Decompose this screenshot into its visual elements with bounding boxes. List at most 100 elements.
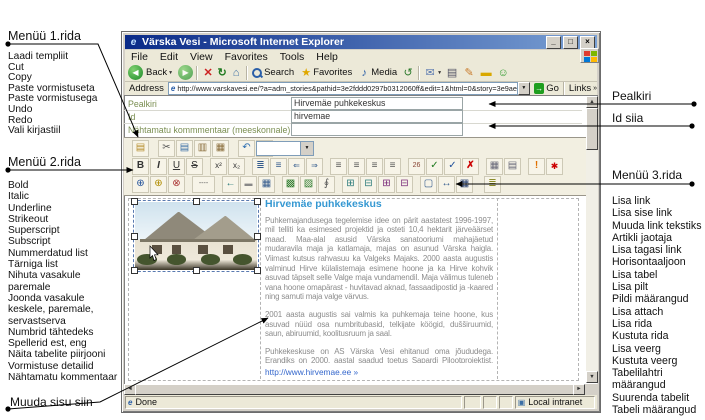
form-input-pealkiri[interactable]: Hirvemäe puhkekeskus xyxy=(291,97,463,110)
align-justify-icon[interactable]: ≡ xyxy=(384,158,401,175)
subscript-icon[interactable]: x₂ xyxy=(228,158,245,175)
insert-attachment-icon[interactable]: ∮ xyxy=(318,176,335,193)
format-warning-icon[interactable]: ! xyxy=(528,158,545,175)
horizontal-scrollbar[interactable]: ◄ ► xyxy=(124,384,585,395)
media-icon[interactable]: ♪ xyxy=(357,67,371,79)
address-dropdown-icon[interactable]: ▼ xyxy=(518,82,530,95)
bullet-list-icon[interactable]: ≡ xyxy=(270,158,287,175)
speller-est-icon[interactable]: ✓ xyxy=(426,158,443,175)
menu-item[interactable]: Tools xyxy=(274,51,311,63)
selection-handle[interactable] xyxy=(131,267,138,274)
menu-item[interactable]: Favorites xyxy=(219,51,274,63)
close-button[interactable]: × xyxy=(580,36,595,49)
cut-icon[interactable]: ✂ xyxy=(158,140,175,157)
article-divider-icon[interactable]: ---- xyxy=(192,176,215,193)
vertical-scroll-thumb[interactable] xyxy=(586,108,598,150)
resize-table-icon[interactable]: ↔ xyxy=(438,176,455,193)
delete-row-icon[interactable]: ⊟ xyxy=(360,176,377,193)
cell-settings-icon[interactable]: ▢ xyxy=(420,176,437,193)
load-template-icon[interactable]: ▤ xyxy=(132,140,149,157)
insert-back-link-icon[interactable]: ← xyxy=(222,176,239,193)
strikeout-icon[interactable]: S xyxy=(186,158,203,175)
align-left-icon[interactable]: ≡ xyxy=(330,158,347,175)
mail-caret-icon[interactable]: ▼ xyxy=(437,70,442,76)
scroll-right-icon[interactable]: ► xyxy=(573,384,585,395)
form-input-comment[interactable] xyxy=(291,123,463,136)
scroll-down-icon[interactable]: ▼ xyxy=(586,371,598,383)
search-label[interactable]: Search xyxy=(264,67,294,78)
selection-handle[interactable] xyxy=(193,198,200,205)
copy-icon[interactable]: ▤ xyxy=(176,140,193,157)
link-to-text-icon[interactable]: ⊗ xyxy=(168,176,185,193)
back-icon[interactable]: ◀ xyxy=(128,65,143,80)
selection-handle[interactable] xyxy=(254,233,261,240)
vertical-scrollbar[interactable]: ▲ ▼ xyxy=(586,96,598,383)
align-right-icon[interactable]: ≡ xyxy=(366,158,383,175)
back-label[interactable]: Back xyxy=(146,67,167,78)
favorites-label[interactable]: Favorites xyxy=(313,67,352,78)
list-icon[interactable]: ≣ xyxy=(484,176,501,193)
go-arrow-icon[interactable]: → xyxy=(534,83,544,94)
menu-item[interactable]: Help xyxy=(310,51,344,63)
selected-image[interactable] xyxy=(134,201,258,271)
refresh-icon[interactable]: ↻ xyxy=(215,66,229,79)
outdent-icon[interactable]: ⇐ xyxy=(288,158,305,175)
back-caret-icon[interactable]: ▼ xyxy=(168,70,173,76)
scroll-up-icon[interactable]: ▲ xyxy=(586,96,598,108)
mail-icon[interactable]: ✉ xyxy=(423,66,437,79)
home-icon[interactable]: ⌂ xyxy=(229,67,243,79)
align-center-icon[interactable]: ≡ xyxy=(348,158,365,175)
links-chevron-icon[interactable]: » xyxy=(593,85,597,92)
menu-item[interactable]: Edit xyxy=(154,51,184,63)
messenger-icon[interactable]: ☺ xyxy=(496,67,510,79)
selection-handle[interactable] xyxy=(131,198,138,205)
insert-table-icon[interactable]: ▦ xyxy=(258,176,275,193)
underline-icon[interactable]: U xyxy=(168,158,185,175)
indent-icon[interactable]: ⇒ xyxy=(306,158,323,175)
menu-item[interactable]: File xyxy=(125,51,154,63)
remove-format-icon[interactable]: ✗ xyxy=(462,158,479,175)
selection-handle[interactable] xyxy=(254,267,261,274)
numbers-to-letters-icon[interactable]: 26 xyxy=(408,158,425,175)
speller-eng-icon[interactable]: ✓ xyxy=(444,158,461,175)
numbered-list-icon[interactable]: ≣ xyxy=(252,158,269,175)
paste-plain-icon[interactable]: ▥ xyxy=(194,140,211,157)
insert-row-icon[interactable]: ⊞ xyxy=(342,176,359,193)
edit-icon[interactable]: ✎ xyxy=(462,66,476,79)
search-icon[interactable] xyxy=(252,68,262,78)
image-settings-icon[interactable]: ▨ xyxy=(300,176,317,193)
table-settings-icon[interactable]: ▦ xyxy=(456,176,473,193)
print-icon[interactable]: ▤ xyxy=(445,66,459,79)
minimize-button[interactable]: _ xyxy=(546,36,561,49)
discuss-icon[interactable]: ▬ xyxy=(479,67,493,79)
article-body[interactable]: Hirvemäe puhkekeskus Puhkemajandusega te… xyxy=(265,200,493,363)
address-input[interactable]: e http://www.varskavesi.ee/?a=adm_storie… xyxy=(168,82,518,95)
links-label[interactable]: Links xyxy=(569,83,591,94)
horizontal-rule-icon[interactable]: ▬ xyxy=(240,176,257,193)
insert-internal-link-icon[interactable]: ⊕ xyxy=(150,176,167,193)
insert-column-icon[interactable]: ⊞ xyxy=(378,176,395,193)
stop-icon[interactable]: ✕ xyxy=(201,66,215,79)
media-label[interactable]: Media xyxy=(371,67,397,78)
undo-icon[interactable]: ↶ xyxy=(238,140,255,157)
format-details-icon[interactable]: ▤ xyxy=(504,158,521,175)
selection-handle[interactable] xyxy=(131,233,138,240)
invisible-comment-icon[interactable]: ✱ xyxy=(546,158,563,175)
font-select-caret-icon[interactable]: ▼ xyxy=(300,142,313,155)
menu-item[interactable]: View xyxy=(184,51,219,63)
selection-handle[interactable] xyxy=(193,267,200,274)
form-input-id[interactable]: hirvemae xyxy=(291,110,463,123)
selection-handle[interactable] xyxy=(254,198,261,205)
article-link[interactable]: http://www.hirvemae.ee » xyxy=(265,367,358,377)
paste-format-icon[interactable]: ▦ xyxy=(212,140,229,157)
font-select[interactable]: ▼ xyxy=(256,141,314,156)
show-table-borders-icon[interactable]: ▦ xyxy=(486,158,503,175)
favorites-icon[interactable]: ★ xyxy=(299,66,313,79)
maximize-button[interactable]: □ xyxy=(563,36,578,49)
italic-icon[interactable]: I xyxy=(150,158,167,175)
history-icon[interactable]: ↺ xyxy=(401,66,415,79)
bold-icon[interactable]: B xyxy=(132,158,149,175)
delete-column-icon[interactable]: ⊟ xyxy=(396,176,413,193)
go-label[interactable]: Go xyxy=(546,83,559,94)
insert-image-icon[interactable]: ▩ xyxy=(282,176,299,193)
